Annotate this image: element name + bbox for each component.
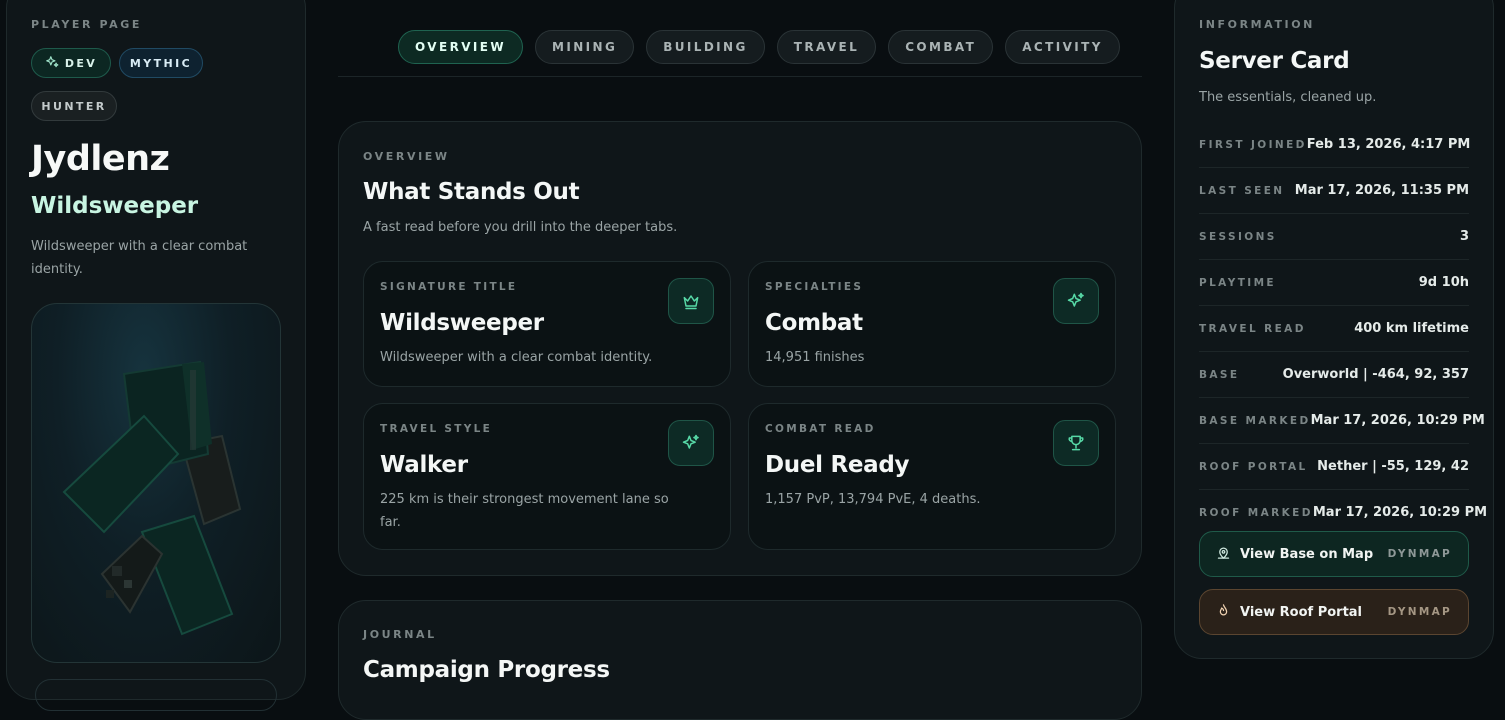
badge-dev-label: DEV [64,56,98,70]
dynmap-tag: DYNMAP [1387,606,1452,618]
journal-eyebrow: JOURNAL [363,628,437,641]
journal-card: JOURNAL Campaign Progress [338,600,1142,720]
tab-activity[interactable]: ACTIVITY [1005,30,1120,64]
sparkles-icon [668,420,714,466]
info-label: LAST SEEN [1199,184,1285,197]
profile-tabs: OVERVIEW MINING BUILDING TRAVEL COMBAT A… [398,30,1120,64]
tile-title: Wildsweeper [380,310,544,336]
sparkles-icon [1053,278,1099,324]
overview-subtitle: A fast read before you drill into the de… [363,220,678,235]
tab-building[interactable]: BUILDING [646,30,765,64]
server-card-panel: INFORMATION Server Card The essentials, … [1174,0,1494,659]
info-value: Mar 17, 2026, 10:29 PM [1312,505,1488,520]
info-row-last-seen: LAST SEEN Mar 17, 2026, 11:35 PM [1199,168,1469,214]
tile-eyebrow: SPECIALTIES [765,281,864,293]
tile-title: Walker [380,452,468,478]
tile-eyebrow: SIGNATURE TITLE [380,281,518,293]
info-label: BASE MARKED [1199,414,1311,427]
dynmap-tag: DYNMAP [1387,548,1452,560]
info-row-roof-portal: ROOF PORTAL Nether | -55, 129, 42 [1199,444,1469,490]
info-value: 3 [1459,229,1469,244]
tab-mining[interactable]: MINING [535,30,635,64]
player-description: Wildsweeper with a clear combat identity… [31,239,248,277]
info-row-first-joined: FIRST JOINED Feb 13, 2026, 4:17 PM [1199,122,1471,168]
tile-specialties: SPECIALTIES Combat 14,951 finishes [748,261,1116,387]
info-value: Overworld | -464, 92, 357 [1282,367,1469,382]
player-page-eyebrow: PLAYER PAGE [31,18,143,31]
tile-signature-title: SIGNATURE TITLE Wildsweeper Wildsweeper … [363,261,731,387]
overview-title: What Stands Out [363,179,580,205]
tab-overview[interactable]: OVERVIEW [398,30,523,64]
view-roof-portal-button[interactable]: View Roof Portal DYNMAP [1199,589,1469,635]
info-row-travel-read: TRAVEL READ 400 km lifetime [1199,306,1469,352]
tabs-divider [338,76,1142,77]
trophy-icon [1053,420,1099,466]
overview-eyebrow: OVERVIEW [363,150,450,163]
tile-eyebrow: TRAVEL STYLE [380,423,493,435]
info-label: ROOF MARKED [1199,506,1313,519]
view-roof-portal-label: View Roof Portal [1240,604,1363,620]
overview-card: OVERVIEW What Stands Out A fast read bef… [338,121,1142,576]
sparkles-icon [45,55,59,72]
badge-hunter-label: HUNTER [41,99,107,113]
info-value: Mar 17, 2026, 10:29 PM [1310,413,1485,428]
info-value: 400 km lifetime [1354,321,1469,336]
info-row-base: BASE Overworld | -464, 92, 357 [1199,352,1469,398]
tile-description: Wildsweeper with a clear combat identity… [380,350,653,365]
tab-travel[interactable]: TRAVEL [776,30,877,64]
badge-mythic-label: MYTHIC [129,56,193,70]
info-value: 9d 10h [1418,275,1469,290]
player-panel: PLAYER PAGE DEV MYTHIC HUNTER Jydlenz Wi… [6,0,306,711]
player-skin-render [31,303,281,663]
information-eyebrow: INFORMATION [1199,18,1315,31]
flame-icon [1216,603,1231,622]
info-row-playtime: PLAYTIME 9d 10h [1199,260,1469,306]
server-info-list: FIRST JOINED Feb 13, 2026, 4:17 PM LAST … [1199,122,1487,535]
info-value: Mar 17, 2026, 11:35 PM [1294,183,1469,198]
tile-title: Duel Ready [765,452,910,478]
info-label: BASE [1199,368,1240,381]
tile-description: 1,157 PvP, 13,794 PvE, 4 deaths. [765,492,981,507]
info-label: TRAVEL READ [1199,322,1306,335]
server-card-title: Server Card [1199,48,1350,74]
info-label: ROOF PORTAL [1199,460,1308,473]
badge-hunter: HUNTER [31,91,117,121]
tile-title: Combat [765,310,863,336]
info-value: Nether | -55, 129, 42 [1317,459,1469,474]
info-label: FIRST JOINED [1199,138,1307,151]
tile-eyebrow: COMBAT READ [765,423,876,435]
tab-combat[interactable]: COMBAT [888,30,994,64]
badge-mythic: MYTHIC [119,48,203,78]
tile-combat-read: COMBAT READ Duel Ready 1,157 PvP, 13,794… [748,403,1116,550]
tile-description: 14,951 finishes [765,350,865,365]
journal-title: Campaign Progress [363,657,610,683]
server-card-subtitle: The essentials, cleaned up. [1199,90,1377,105]
info-row-base-marked: BASE MARKED Mar 17, 2026, 10:29 PM [1199,398,1485,444]
badge-dev: DEV [31,48,111,78]
info-label: SESSIONS [1199,230,1277,243]
info-value: Feb 13, 2026, 4:17 PM [1306,137,1471,152]
view-base-on-map-button[interactable]: View Base on Map DYNMAP [1199,531,1469,577]
player-name: Jydlenz [31,139,170,179]
tile-description: 225 km is their strongest movement lane … [380,492,669,530]
crown-icon [668,278,714,324]
info-label: PLAYTIME [1199,276,1277,289]
info-row-roof-marked: ROOF MARKED Mar 17, 2026, 10:29 PM [1199,490,1487,535]
map-pin-icon [1216,545,1231,564]
player-title: Wildsweeper [31,193,199,219]
info-row-sessions: SESSIONS 3 [1199,214,1469,260]
tile-travel-style: TRAVEL STYLE Walker 225 km is their stro… [363,403,731,550]
view-base-label: View Base on Map [1240,546,1374,562]
